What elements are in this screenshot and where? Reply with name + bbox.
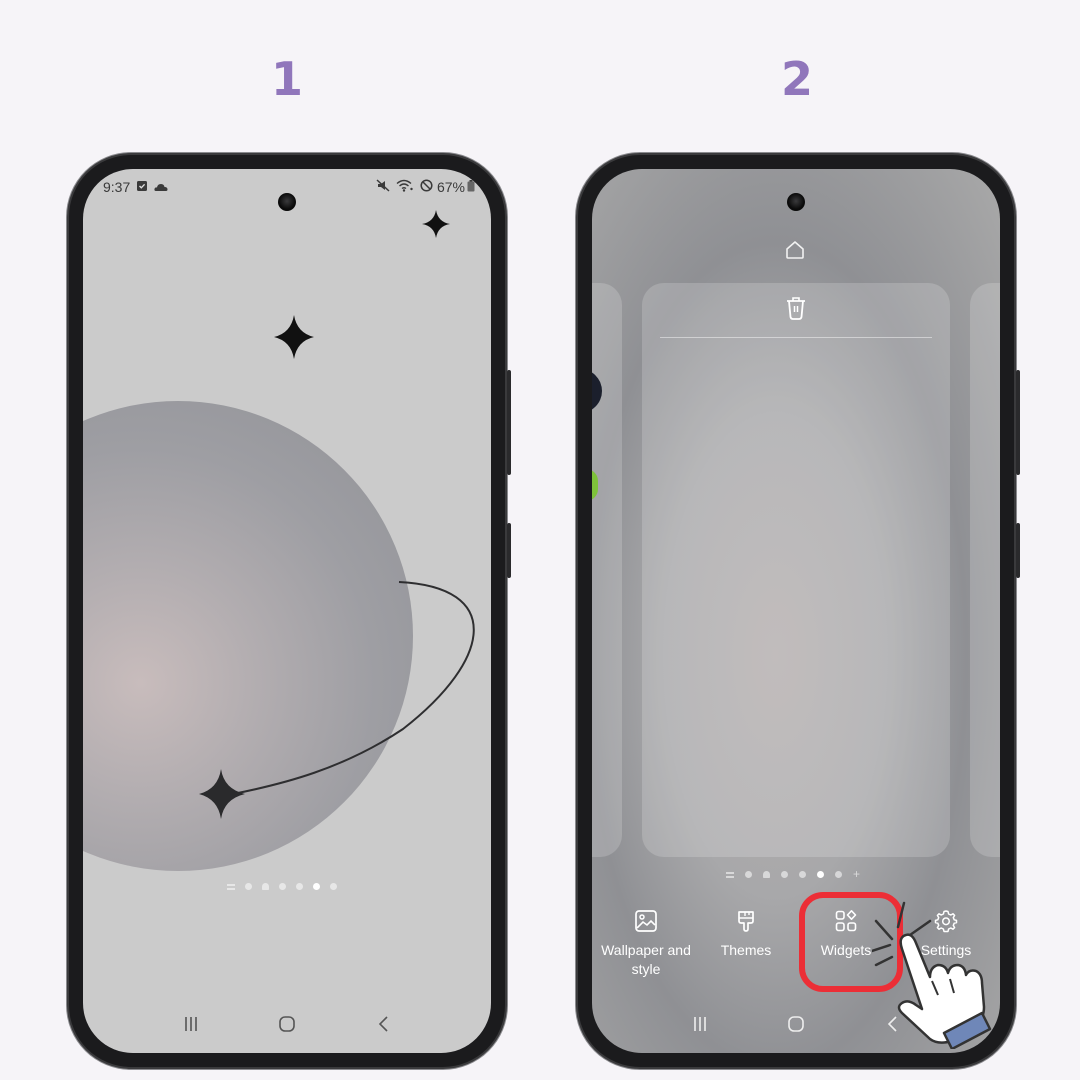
- card-divider: [660, 337, 932, 338]
- phone-1: 9:37 67%: [69, 155, 511, 1067]
- page-dot-home[interactable]: [763, 871, 770, 878]
- menu-item-label: Themes: [720, 942, 772, 958]
- page-dot[interactable]: [296, 883, 303, 890]
- home-screen: 9:37 67%: [83, 169, 491, 1053]
- add-page-icon[interactable]: +: [853, 868, 860, 880]
- sparkle-icon: [422, 210, 450, 238]
- page-dot[interactable]: [330, 883, 337, 890]
- phone-2: w + Wallpaper and style: [578, 155, 1020, 1067]
- page-dot[interactable]: [745, 871, 752, 878]
- orbit-ring: [232, 581, 475, 795]
- back-icon[interactable]: [877, 1012, 907, 1036]
- navigation-bar: [592, 1009, 1000, 1039]
- page-dot-home[interactable]: [262, 883, 269, 890]
- app-icon-partial: [592, 369, 602, 413]
- volume-button: [1016, 370, 1020, 475]
- page-dot[interactable]: [781, 871, 788, 878]
- page-dot[interactable]: [245, 883, 252, 890]
- trash-icon[interactable]: [784, 295, 808, 326]
- page-dot[interactable]: [835, 871, 842, 878]
- page-preview-right[interactable]: [970, 283, 1000, 857]
- step-number-2: 2: [780, 52, 813, 106]
- app-icon-partial: [592, 469, 598, 501]
- front-camera: [787, 193, 805, 211]
- page-preview-current[interactable]: [642, 283, 950, 857]
- home-icon[interactable]: [272, 1012, 302, 1036]
- power-button: [1016, 523, 1020, 578]
- image-icon: [635, 910, 657, 932]
- page-preview-left[interactable]: w: [592, 283, 622, 857]
- navigation-bar: [83, 1009, 491, 1039]
- paintbrush-icon: [738, 911, 754, 932]
- home-edit-screen: w + Wallpaper and style: [592, 169, 1000, 1053]
- recents-icon[interactable]: [176, 1012, 206, 1036]
- page-dot[interactable]: [279, 883, 286, 890]
- page-indicator: [227, 883, 337, 890]
- wallpaper-decoration: [199, 210, 475, 819]
- themes-button[interactable]: Themes: [696, 909, 796, 979]
- recents-icon[interactable]: [685, 1012, 715, 1036]
- power-button: [507, 523, 511, 578]
- page-indicator-menu[interactable]: [227, 883, 235, 890]
- set-default-home-icon[interactable]: [784, 239, 806, 266]
- page-indicator-menu[interactable]: [726, 871, 734, 878]
- wallpaper-and-style-button[interactable]: Wallpaper and style: [596, 909, 696, 979]
- front-camera: [278, 193, 296, 211]
- page-dot[interactable]: [799, 871, 806, 878]
- step-number-1: 1: [270, 52, 303, 106]
- volume-button: [507, 370, 511, 475]
- page-dot-active[interactable]: [313, 883, 320, 890]
- page-indicator: +: [726, 868, 860, 880]
- sparkle-icon: [199, 769, 245, 819]
- page-dot-active[interactable]: [817, 871, 824, 878]
- back-icon[interactable]: [368, 1012, 398, 1036]
- menu-item-label: Wallpaper and style: [601, 942, 691, 977]
- home-icon[interactable]: [781, 1012, 811, 1036]
- sparkle-icon: [274, 315, 314, 359]
